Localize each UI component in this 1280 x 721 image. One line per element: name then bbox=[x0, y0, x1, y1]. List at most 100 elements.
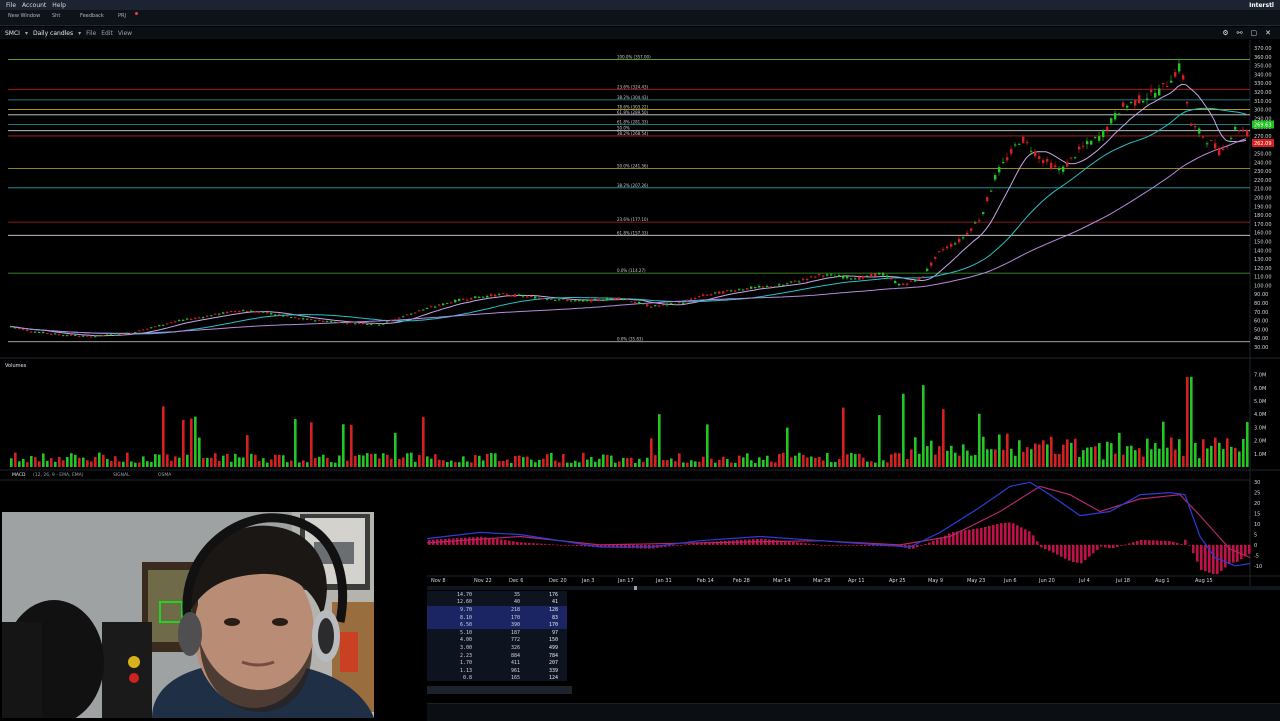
volume-bar bbox=[610, 455, 613, 467]
candle-body bbox=[762, 286, 765, 288]
date-axis-tick: Feb 14 bbox=[697, 578, 714, 584]
candle-body bbox=[574, 300, 577, 302]
date-axis-tick: Jun 6 bbox=[1003, 578, 1017, 584]
order-row[interactable]: 12.60 40 41 bbox=[427, 599, 567, 607]
candle-body bbox=[1134, 99, 1137, 106]
macd-histogram-bar bbox=[996, 524, 999, 545]
candle-body bbox=[718, 291, 721, 294]
volume-bar bbox=[94, 456, 97, 467]
order-row[interactable]: 0.8 165 124 bbox=[427, 675, 567, 683]
order-book-panel[interactable]: 14.70 35 176 12.60 40 41 9.70 218 128 8.10 170 83 6.… bbox=[427, 591, 567, 681]
price-axis-tick: 250.00 bbox=[1254, 152, 1272, 158]
volume-bar bbox=[1134, 450, 1137, 467]
candle-body bbox=[866, 275, 869, 277]
macd-histogram-bar bbox=[1224, 544, 1227, 568]
candle-body bbox=[1046, 159, 1049, 162]
candle-body bbox=[198, 317, 201, 319]
macd-histogram-bar bbox=[544, 543, 547, 545]
macd-histogram-bar bbox=[860, 544, 863, 546]
order-row[interactable]: 4.00 772 150 bbox=[427, 637, 567, 645]
volume-bar bbox=[406, 453, 409, 467]
candle-body bbox=[1154, 93, 1157, 98]
volume-bar bbox=[594, 461, 597, 467]
volume-bar bbox=[818, 457, 821, 467]
volume-bar bbox=[762, 459, 765, 467]
candle-body bbox=[154, 326, 157, 328]
macd-histogram-bar bbox=[1088, 544, 1091, 557]
order-row[interactable]: 5.10 187 97 bbox=[427, 629, 567, 637]
candle-body bbox=[538, 297, 541, 299]
candle-body bbox=[306, 318, 309, 320]
status-bar bbox=[427, 703, 1280, 721]
volume-bar bbox=[390, 458, 393, 467]
macd-histogram-bar bbox=[1060, 544, 1063, 557]
macd-histogram-bar bbox=[464, 537, 467, 545]
macd-histogram-bar bbox=[540, 543, 543, 545]
order-row[interactable]: 2.23 884 784 bbox=[427, 652, 567, 660]
candle-body bbox=[826, 274, 829, 276]
order-qty: 326 bbox=[510, 644, 520, 651]
volume-bar bbox=[242, 457, 245, 467]
candle-body bbox=[238, 310, 241, 312]
volume-bar bbox=[370, 453, 373, 467]
candle-body bbox=[830, 274, 833, 276]
volume-bar bbox=[1174, 449, 1177, 467]
candle-body bbox=[110, 334, 113, 336]
macd-histogram-bar bbox=[476, 536, 479, 545]
volume-bar bbox=[878, 415, 881, 467]
volume-bar bbox=[154, 454, 157, 467]
order-row[interactable]: 1.70 411 207 bbox=[427, 659, 567, 667]
order-row[interactable]: 8.10 170 83 bbox=[427, 613, 567, 622]
candle-body bbox=[602, 300, 605, 302]
volume-bar bbox=[862, 457, 865, 467]
volume-bar bbox=[282, 455, 285, 467]
volume-bar bbox=[438, 459, 441, 467]
volume-bar bbox=[374, 453, 377, 467]
macd-histogram-bar bbox=[1168, 541, 1171, 545]
candle-body bbox=[1002, 161, 1005, 163]
volume-bar bbox=[522, 457, 525, 467]
candle-body bbox=[534, 296, 537, 299]
fib-level-label: 50.0% bbox=[617, 126, 630, 131]
candle-body bbox=[422, 309, 425, 311]
candle-body bbox=[886, 275, 889, 278]
candle-body bbox=[506, 294, 509, 296]
volume-bar bbox=[114, 456, 117, 467]
candle-body bbox=[158, 324, 161, 327]
order-row[interactable]: 6.50 390 170 bbox=[427, 621, 567, 629]
volume-bar bbox=[986, 449, 989, 467]
order-row[interactable]: 3.00 326 499 bbox=[427, 644, 567, 652]
candle-body bbox=[410, 313, 413, 315]
macd-line bbox=[426, 481, 1251, 567]
price-axis-tick: 220.00 bbox=[1254, 178, 1272, 184]
volume-bar bbox=[1010, 448, 1013, 467]
macd-histogram-bar bbox=[456, 538, 459, 545]
order-row[interactable]: 9.70 218 128 bbox=[427, 606, 567, 614]
candle-body bbox=[446, 302, 449, 304]
candle-body bbox=[754, 287, 757, 289]
candle-body bbox=[594, 298, 597, 300]
macd-histogram-bar bbox=[1232, 544, 1235, 563]
volume-bar bbox=[218, 460, 221, 467]
macd-axis-tick: 30 bbox=[1254, 480, 1260, 486]
macd-histogram-bar bbox=[556, 544, 559, 546]
volume-bar bbox=[286, 462, 289, 467]
order-total: 207 bbox=[548, 660, 558, 667]
order-row[interactable]: 1.13 961 339 bbox=[427, 667, 567, 675]
order-total: 499 bbox=[548, 644, 558, 651]
date-axis-tick: Apr 11 bbox=[848, 578, 865, 584]
candle-body bbox=[406, 314, 409, 316]
candle-body bbox=[546, 299, 549, 301]
volume-bar bbox=[506, 459, 509, 467]
volume-bar bbox=[570, 462, 573, 467]
order-qty: 187 bbox=[510, 629, 520, 636]
candle-body bbox=[394, 319, 397, 321]
volume-bar bbox=[250, 453, 253, 467]
volume-bar bbox=[790, 457, 793, 467]
candle-body bbox=[1018, 143, 1021, 145]
volume-bar bbox=[954, 452, 957, 467]
macd-histogram-bar bbox=[1072, 544, 1075, 562]
order-row[interactable]: 14.70 35 176 bbox=[427, 591, 567, 599]
candle-body bbox=[86, 335, 89, 337]
volume-bar bbox=[1170, 437, 1173, 467]
